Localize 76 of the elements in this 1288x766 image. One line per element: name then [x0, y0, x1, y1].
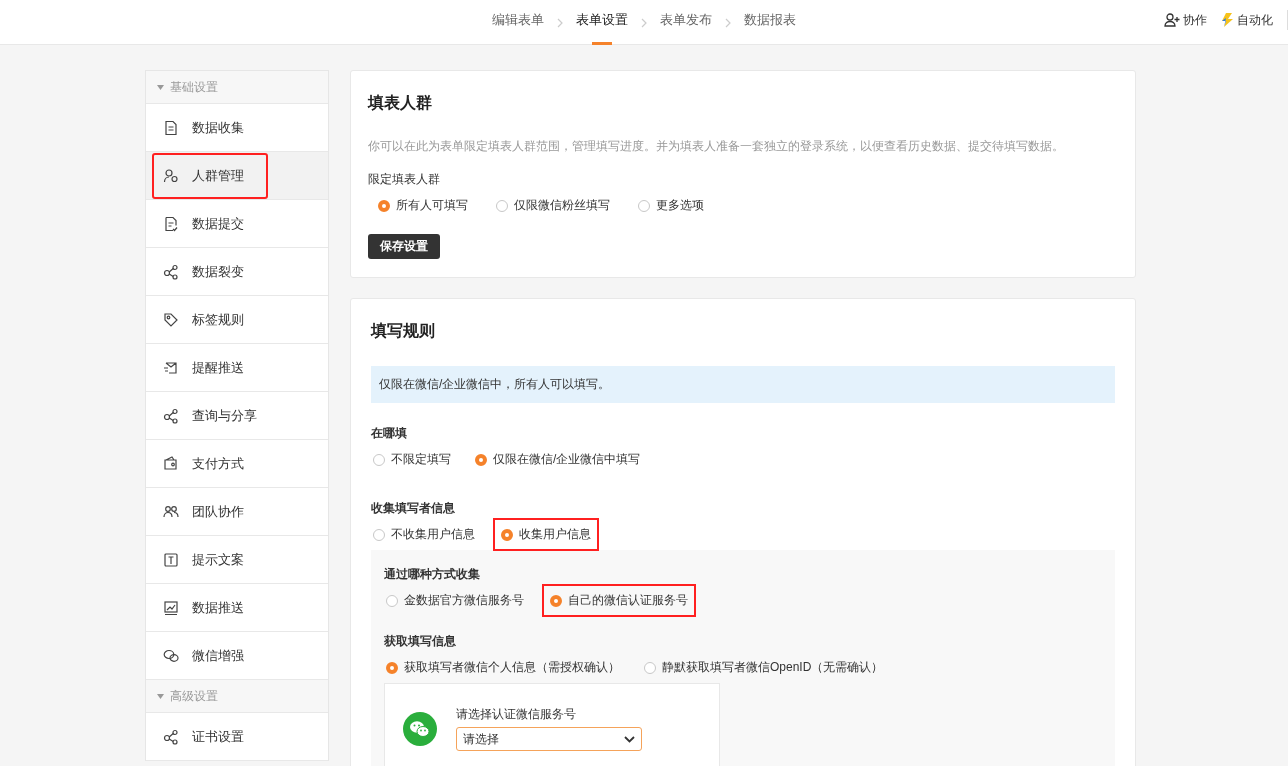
radio-option[interactable]: 金数据官方微信服务号 [380, 586, 530, 615]
account-select[interactable]: 请选择 [456, 727, 642, 751]
sidebar-item-label: 数据推送 [192, 598, 244, 617]
sidebar-icon [163, 455, 179, 472]
radio-option[interactable]: 静默获取填写者微信OpenID（无需确认） [638, 653, 890, 682]
sidebar-item-label: 证书设置 [192, 727, 244, 746]
caret-icon [157, 693, 164, 699]
radio-option[interactable]: 仅限微信粉丝填写 [490, 191, 616, 220]
sidebar-item-label: 提醒推送 [192, 358, 244, 377]
chevron-right-icon [725, 17, 731, 28]
sidebar-item[interactable]: 支付方式 [146, 440, 328, 488]
chevron-down-icon [624, 735, 635, 743]
section-label: 获取填写信息 [384, 633, 457, 650]
sidebar-icon [163, 119, 179, 136]
sidebar-item[interactable]: 标签规则 [146, 296, 328, 344]
radio-option[interactable]: 不收集用户信息 [367, 520, 481, 549]
chevron-right-icon [557, 17, 563, 28]
sidebar-item[interactable]: 数据推送 [146, 584, 328, 632]
sidebar-item-label: 团队协作 [192, 502, 244, 521]
sidebar-icon [163, 407, 179, 424]
sidebar-icon [163, 728, 179, 745]
field-label: 限定填表人群 [368, 171, 441, 188]
sidebar-item[interactable]: 提醒推送 [146, 344, 328, 392]
step-tab[interactable]: 表单设置 [576, 0, 628, 45]
sidebar-icon [163, 311, 179, 328]
header-action-link[interactable]: 自动化 [1221, 11, 1273, 29]
sidebar-item-label: 微信增强 [192, 646, 244, 665]
sidebar-item-label: 数据提交 [192, 214, 244, 233]
wechat-icon [403, 712, 437, 746]
sidebar-icon [163, 263, 179, 280]
radio-option[interactable]: 自己的微信认证服务号 [542, 584, 696, 617]
step-tab[interactable]: 编辑表单 [492, 0, 544, 45]
sidebar-icon [163, 167, 179, 184]
sidebar-item[interactable]: 查询与分享 [146, 392, 328, 440]
header-action-link[interactable]: 协作 [1164, 11, 1207, 29]
radio-option[interactable]: 所有人可填写 [372, 191, 474, 220]
sidebar-icon [163, 551, 179, 568]
radio-option[interactable]: 不限定填写 [367, 445, 457, 474]
section-label: 收集填写者信息 [371, 500, 456, 517]
sidebar-item-label: 数据裂变 [192, 262, 244, 281]
card-title: 填写规则 [371, 321, 436, 341]
sidebar-group-title: 基础设置 [170, 78, 218, 96]
sidebar-icon [163, 359, 179, 376]
caret-icon [157, 84, 164, 90]
sidebar-item-label: 支付方式 [192, 454, 244, 473]
sidebar-item-label: 数据收集 [192, 118, 244, 137]
select-label: 请选择认证微信服务号 [456, 706, 577, 723]
radio-option[interactable]: 仅限在微信/企业微信中填写 [469, 445, 647, 474]
lightning-icon [1221, 13, 1234, 27]
radio-option[interactable]: 更多选项 [632, 191, 710, 220]
sidebar-item[interactable]: 数据裂变 [146, 248, 328, 296]
sidebar-icon [163, 647, 179, 664]
sidebar-item-label: 标签规则 [192, 310, 244, 329]
info-notice: 仅限在微信/企业微信中，所有人可以填写。 [371, 366, 1115, 403]
user-add-icon [1164, 13, 1180, 27]
step-tab[interactable]: 表单发布 [660, 0, 712, 45]
sidebar-item-label: 提示文案 [192, 550, 244, 569]
sidebar-item[interactable]: 团队协作 [146, 488, 328, 536]
sidebar-item[interactable]: 证书设置 [146, 713, 328, 761]
chevron-right-icon [641, 17, 647, 28]
sidebar-item-label: 查询与分享 [192, 406, 257, 425]
sidebar-icon [163, 503, 179, 520]
sidebar-item[interactable]: 数据提交 [146, 200, 328, 248]
sidebar-group-title: 高级设置 [170, 687, 218, 705]
sidebar-icon [163, 599, 179, 616]
sidebar-icon [163, 215, 179, 232]
sidebar-item[interactable]: 人群管理 [146, 152, 328, 200]
sidebar-item-label: 人群管理 [192, 166, 244, 185]
sidebar-item[interactable]: 提示文案 [146, 536, 328, 584]
save-button[interactable]: 保存设置 [368, 234, 440, 259]
section-label: 通过哪种方式收集 [384, 566, 481, 583]
step-tab[interactable]: 数据报表 [744, 0, 796, 45]
card-description: 你可以在此为表单限定填表人群范围，管理填写进度。并为填表人准备一套独立的登录系统，以便查看历史数据、提交待填写数据。 [368, 138, 1065, 155]
section-label: 在哪填 [371, 425, 408, 442]
radio-option[interactable]: 获取填写者微信个人信息（需授权确认） [380, 653, 626, 682]
card-title: 填表人群 [368, 93, 433, 113]
